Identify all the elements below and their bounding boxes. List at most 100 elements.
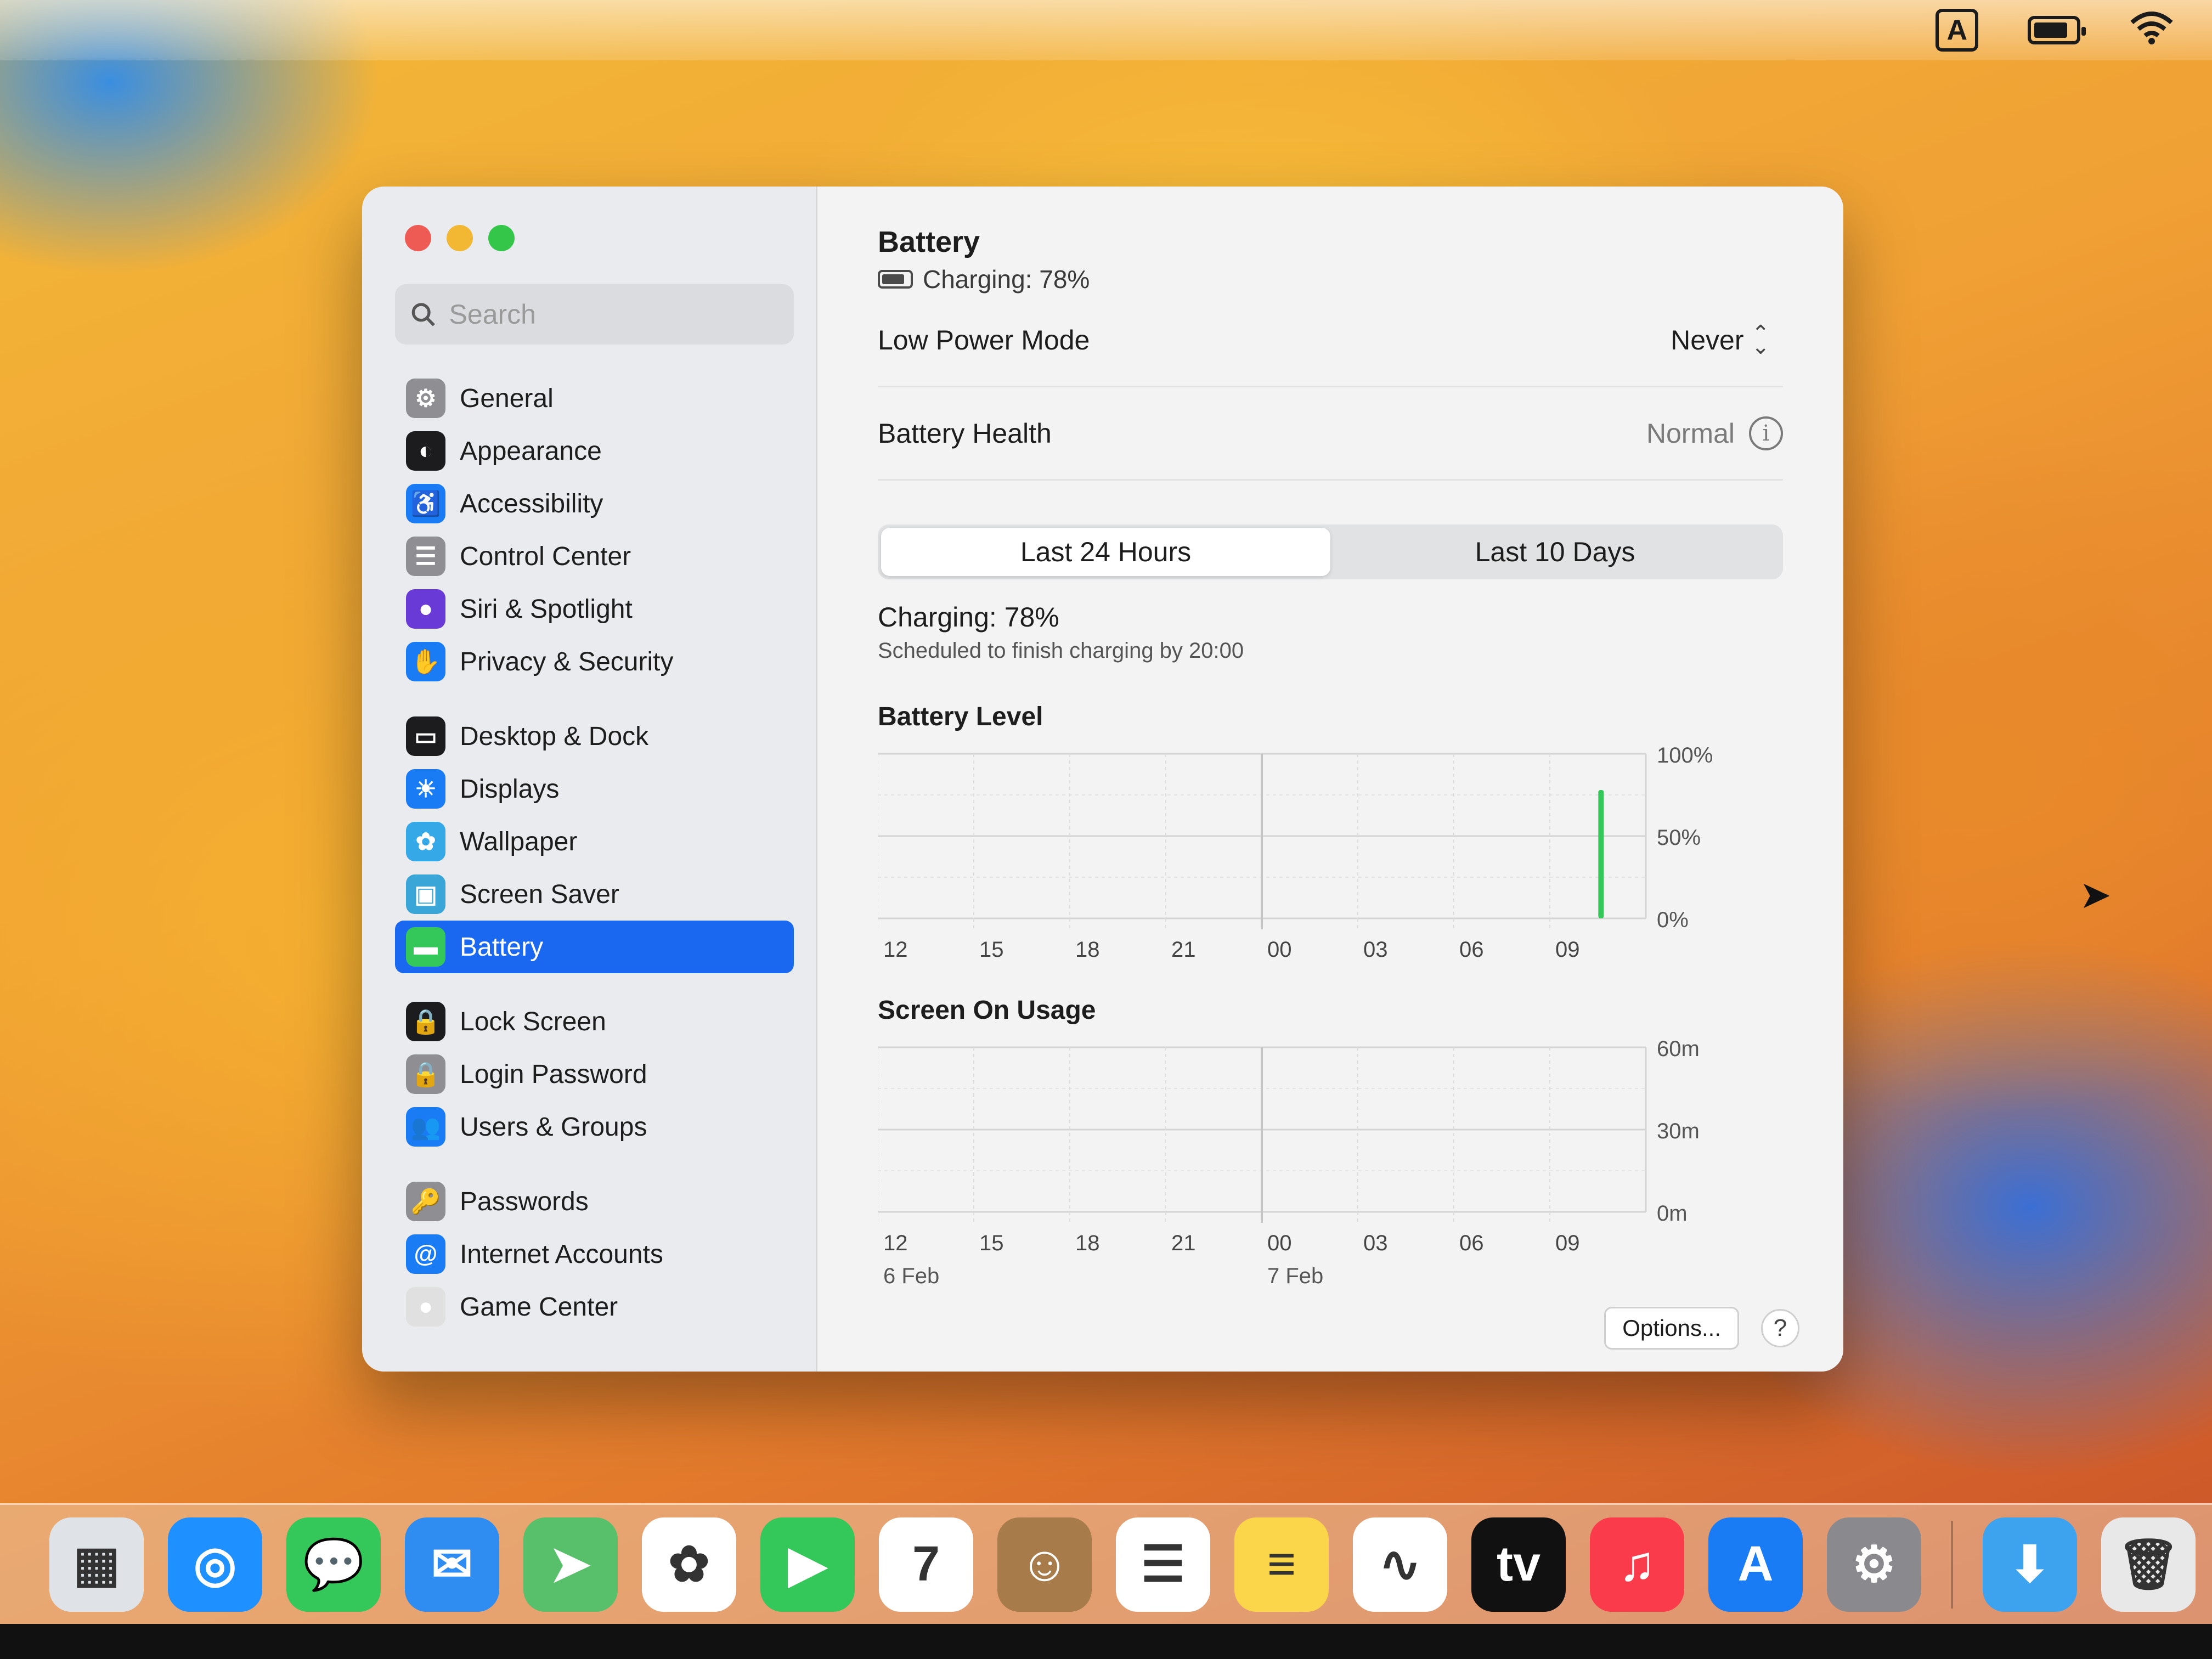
date-label: 6 Feb bbox=[883, 1264, 939, 1288]
close-button[interactable] bbox=[405, 225, 431, 251]
x-tick-label: 18 bbox=[1075, 938, 1100, 962]
system-settings-glyph: ⚙ bbox=[1852, 1537, 1897, 1592]
sidebar-item-privacy-security[interactable]: ✋ Privacy & Security bbox=[395, 635, 794, 688]
sidebar-item-displays[interactable]: ☀ Displays bbox=[395, 763, 794, 815]
sidebar-item-label: Appearance bbox=[460, 436, 602, 466]
facetime-icon[interactable]: ▶ bbox=[760, 1517, 855, 1612]
page-title: Battery bbox=[878, 225, 980, 258]
sidebar-item-label: Internet Accounts bbox=[460, 1239, 663, 1269]
sidebar-nav: ⚙ General ◐ Appearance ♿ Accessibility ☰ Contro… bbox=[395, 372, 794, 1333]
minimize-button[interactable] bbox=[447, 225, 473, 251]
menu-battery-icon[interactable] bbox=[2028, 16, 2086, 44]
sidebar-item-desktop-dock[interactable]: ▭ Desktop & Dock bbox=[395, 710, 794, 763]
sidebar-item-label: Siri & Spotlight bbox=[460, 594, 633, 624]
x-tick-label: 09 bbox=[1555, 938, 1580, 962]
contacts-glyph: ☺ bbox=[1019, 1537, 1070, 1592]
info-icon[interactable]: i bbox=[1749, 416, 1783, 450]
dock: ▦ ◎ 💬 ✉ ➤ ✿ ▶ 7 ☺ ☰ ≡ ∿ tv ♫ A ⚙ ⬇ 🗑 bbox=[0, 1503, 2212, 1624]
sidebar-item-users-groups[interactable]: 👥 Users & Groups bbox=[395, 1101, 794, 1153]
battery-level-chart: 100% 50% 0% 12 15 18 21 00 03 06 09 bbox=[878, 743, 1783, 973]
battery-health-row: Battery Health Normal i bbox=[878, 387, 1783, 481]
options-button[interactable]: Options... bbox=[1604, 1307, 1739, 1350]
charge-heading: Charging: 78% bbox=[878, 602, 1059, 633]
sidebar-item-general[interactable]: ⚙ General bbox=[395, 372, 794, 425]
charging-status-text: Charging: 78% bbox=[923, 265, 1090, 294]
safari-icon[interactable]: ◎ bbox=[168, 1517, 262, 1612]
mail-icon[interactable]: ✉ bbox=[405, 1517, 499, 1612]
battery-health-value: Normal bbox=[1646, 417, 1735, 449]
trash-icon[interactable]: 🗑 bbox=[2101, 1517, 2196, 1612]
battery-level-bar bbox=[1598, 790, 1604, 918]
dock-icon: ▭ bbox=[406, 716, 445, 756]
input-source-icon[interactable]: A bbox=[1936, 9, 1978, 52]
y-tick-label: 0m bbox=[1657, 1201, 1688, 1226]
x-tick-label: 18 bbox=[1075, 1231, 1100, 1255]
sidebar-item-screen-saver[interactable]: ▣ Screen Saver bbox=[395, 868, 794, 921]
tv-icon[interactable]: tv bbox=[1471, 1517, 1566, 1612]
notes-icon[interactable]: ≡ bbox=[1234, 1517, 1329, 1612]
sidebar-item-game-center[interactable]: ● Game Center bbox=[395, 1280, 794, 1333]
calendar-icon[interactable]: 7 bbox=[879, 1517, 973, 1612]
mouse-pointer-icon: ➤ bbox=[2079, 873, 2112, 916]
sidebar-group: 🔑 Passwords @ Internet Accounts ● Game Center bbox=[395, 1175, 794, 1333]
appearance-icon: ◐ bbox=[406, 431, 445, 471]
x-tick-label: 21 bbox=[1171, 938, 1196, 962]
downloads-folder-icon[interactable]: ⬇ bbox=[1983, 1517, 2077, 1612]
low-power-popup[interactable]: Never ⌃ ⌄ bbox=[1657, 319, 1783, 362]
photos-icon[interactable]: ✿ bbox=[642, 1517, 736, 1612]
app-store-icon[interactable]: A bbox=[1708, 1517, 1803, 1612]
sidebar-item-battery[interactable]: ▬ Battery bbox=[395, 921, 794, 973]
sidebar-item-lock-screen[interactable]: 🔒 Lock Screen bbox=[395, 995, 794, 1048]
sidebar-group: ▭ Desktop & Dock ☀ Displays ✿ Wallpaper ▣ Scree… bbox=[395, 710, 794, 973]
sidebar-group: ⚙ General ◐ Appearance ♿ Accessibility ☰ Contro… bbox=[395, 372, 794, 688]
help-button[interactable]: ? bbox=[1761, 1309, 1799, 1347]
sidebar-item-passwords[interactable]: 🔑 Passwords bbox=[395, 1175, 794, 1228]
sidebar-item-accessibility[interactable]: ♿ Accessibility bbox=[395, 477, 794, 530]
sidebar-item-label: Lock Screen bbox=[460, 1007, 606, 1036]
search-input[interactable] bbox=[449, 298, 778, 330]
freeform-icon[interactable]: ∿ bbox=[1353, 1517, 1447, 1612]
x-tick-label: 06 bbox=[1459, 938, 1484, 962]
reminders-glyph: ☰ bbox=[1141, 1537, 1186, 1592]
photos-glyph: ✿ bbox=[668, 1537, 710, 1592]
zoom-button[interactable] bbox=[488, 225, 515, 251]
sidebar-item-label: Privacy & Security bbox=[460, 647, 674, 676]
sidebar-item-label: General bbox=[460, 383, 554, 413]
screen-usage-chart: 60m 30m 0m 12 15 18 21 00 03 06 09 6 Feb 7 Feb bbox=[878, 1036, 1783, 1300]
accessibility-icon: ♿ bbox=[406, 484, 445, 523]
contacts-icon[interactable]: ☺ bbox=[997, 1517, 1092, 1612]
system-settings-icon[interactable]: ⚙ bbox=[1827, 1517, 1921, 1612]
reminders-icon[interactable]: ☰ bbox=[1116, 1517, 1210, 1612]
date-label: 7 Feb bbox=[1267, 1264, 1323, 1288]
search-icon bbox=[411, 303, 435, 326]
sidebar-item-label: Users & Groups bbox=[460, 1112, 647, 1142]
x-tick-label: 12 bbox=[883, 1231, 908, 1255]
x-tick-label: 15 bbox=[979, 1231, 1004, 1255]
x-tick-label: 15 bbox=[979, 938, 1004, 962]
battery-health-value-group: Normal i bbox=[1646, 416, 1783, 450]
wifi-icon[interactable] bbox=[2130, 9, 2174, 52]
launchpad-icon[interactable]: ▦ bbox=[49, 1517, 144, 1612]
key-icon: 🔑 bbox=[406, 1182, 445, 1221]
hand-icon: ✋ bbox=[406, 642, 445, 681]
tab-last-24-hours[interactable]: Last 24 Hours bbox=[881, 528, 1330, 576]
pane-footer: Options... ? bbox=[1604, 1307, 1799, 1350]
sidebar-item-internet-accounts[interactable]: @ Internet Accounts bbox=[395, 1228, 794, 1280]
x-tick-label: 21 bbox=[1171, 1231, 1196, 1255]
sidebar-item-appearance[interactable]: ◐ Appearance bbox=[395, 425, 794, 477]
x-tick-label: 03 bbox=[1363, 938, 1388, 962]
chevron-updown-icon: ⌃ ⌄ bbox=[1751, 321, 1770, 359]
sidebar-item-siri-spotlight[interactable]: ● Siri & Spotlight bbox=[395, 583, 794, 635]
sidebar-item-wallpaper[interactable]: ✿ Wallpaper bbox=[395, 815, 794, 868]
maps-icon[interactable]: ➤ bbox=[523, 1517, 618, 1612]
sidebar-item-login-password[interactable]: 🔒 Login Password bbox=[395, 1048, 794, 1101]
x-tick-label: 00 bbox=[1267, 1231, 1292, 1255]
x-tick-label: 03 bbox=[1363, 1231, 1388, 1255]
sidebar-item-control-center[interactable]: ☰ Control Center bbox=[395, 530, 794, 583]
tab-last-10-days[interactable]: Last 10 Days bbox=[1330, 528, 1780, 576]
sidebar-group: 🔒 Lock Screen 🔒 Login Password 👥 Users & Grou… bbox=[395, 995, 794, 1153]
messages-icon[interactable]: 💬 bbox=[286, 1517, 381, 1612]
music-icon[interactable]: ♫ bbox=[1590, 1517, 1684, 1612]
menu-bar: A bbox=[0, 0, 2212, 60]
sidebar-item-label: Battery bbox=[460, 932, 544, 962]
